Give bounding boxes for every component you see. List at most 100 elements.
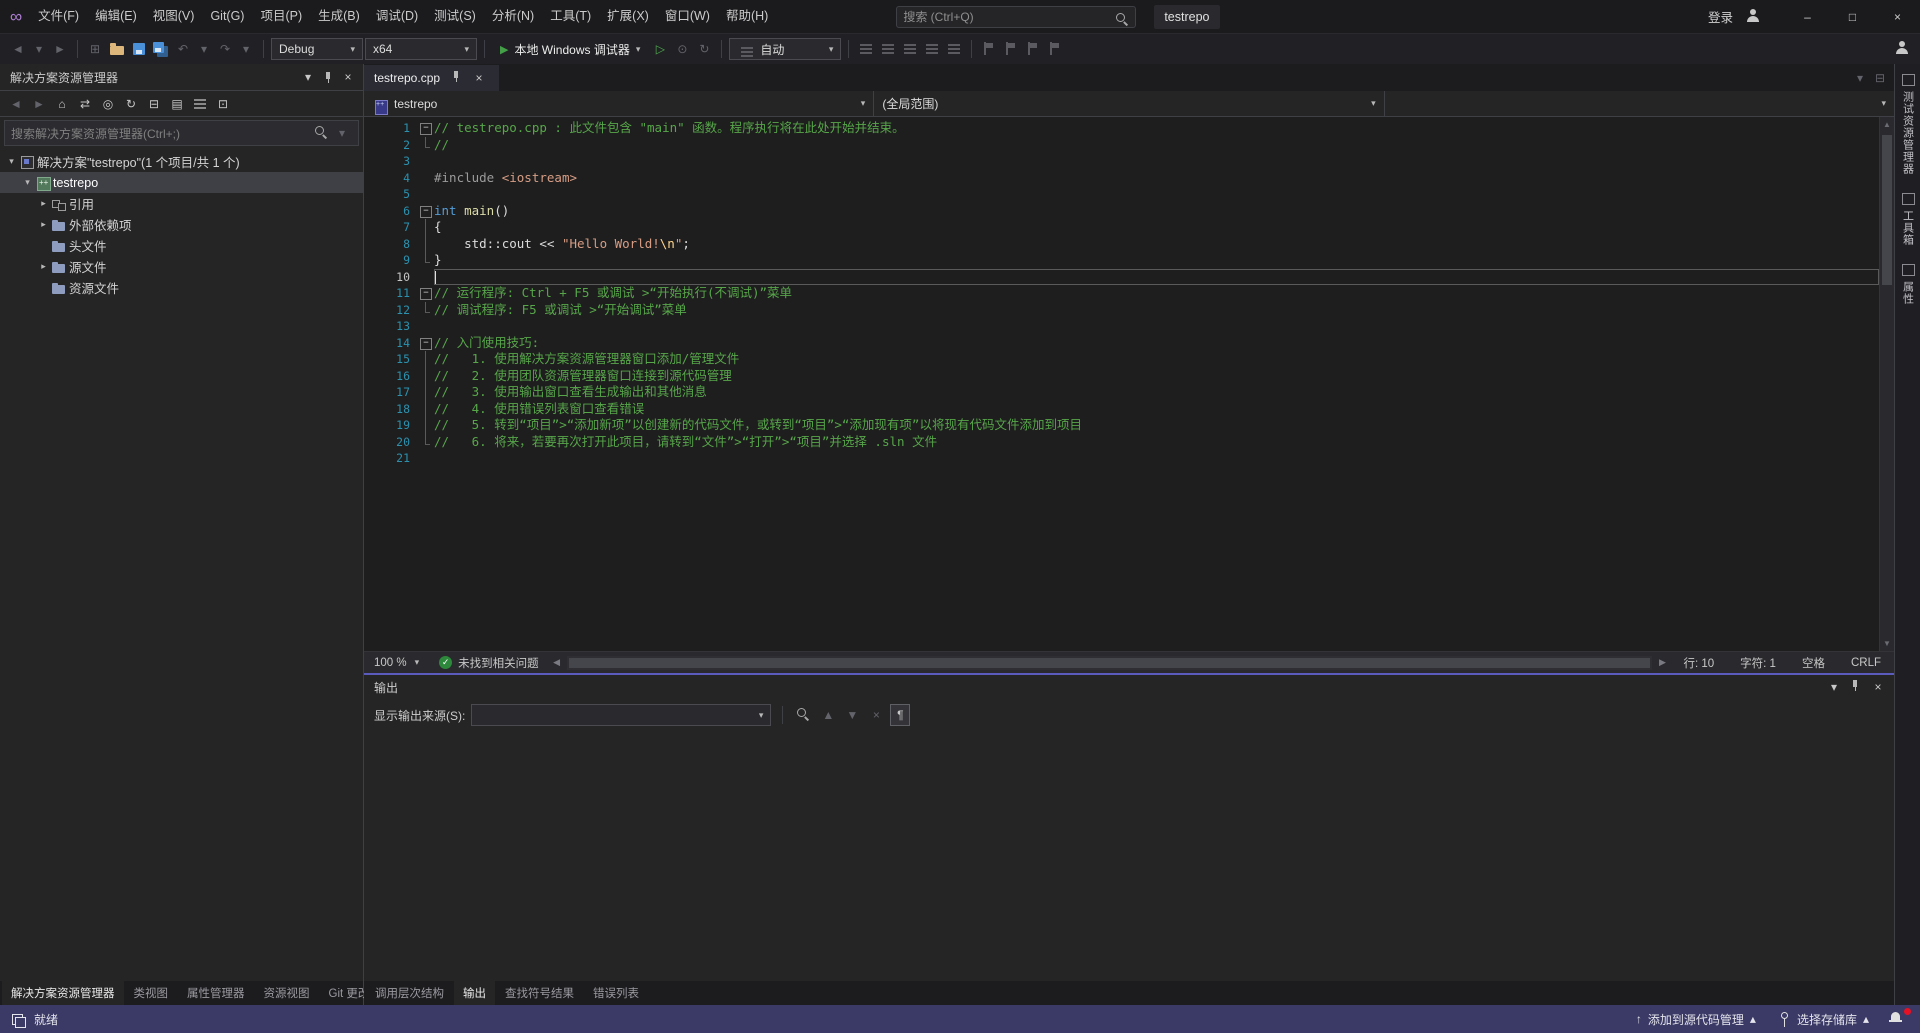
breakpoint-margin[interactable] (364, 153, 380, 170)
menu-item[interactable]: 项目(P) (252, 0, 310, 33)
tree-item[interactable]: ▸源文件 (0, 256, 363, 277)
solution-platforms-dropdown[interactable]: x64 (365, 38, 477, 60)
scrollbar-thumb[interactable] (569, 658, 1651, 668)
menu-item[interactable]: 工具(T) (542, 0, 599, 33)
se-properties-icon[interactable] (190, 93, 210, 115)
dock-tab[interactable]: 调用层次结构 (366, 981, 453, 1005)
menu-item[interactable]: Git(G) (202, 0, 252, 33)
code-line-11[interactable]: 11// 运行程序: Ctrl + F5 或调试 >“开始执行(不调试)”菜单 (364, 285, 1879, 302)
background-tasks-icon[interactable] (10, 1011, 26, 1027)
tree-item[interactable]: ▾testrepo (0, 172, 363, 193)
code-line-19[interactable]: 19// 5. 转到“项目”>“添加新项”以创建新的代码文件，或转到“项目”>“… (364, 417, 1879, 434)
code-editor[interactable]: 1// testrepo.cpp : 此文件包含 "main" 函数。程序执行将… (364, 117, 1894, 651)
scroll-up-icon[interactable]: ▲ (1880, 117, 1894, 132)
dock-tab[interactable]: 查找符号结果 (496, 981, 583, 1005)
save-all-icon[interactable] (151, 38, 171, 60)
code-line-18[interactable]: 18// 4. 使用错误列表窗口查看错误 (364, 401, 1879, 418)
menu-item[interactable]: 帮助(H) (718, 0, 776, 33)
dock-tab[interactable]: 解决方案资源管理器 (2, 981, 124, 1005)
expander-icon[interactable]: ▸ (36, 261, 51, 272)
breakpoint-margin[interactable] (364, 318, 380, 335)
code-line-20[interactable]: 20// 6. 将来，若要再次打开此项目，请转到“文件”>“打开”>“项目”并选… (364, 434, 1879, 451)
fold-toggle-icon[interactable] (418, 120, 434, 137)
scroll-left-icon[interactable] (549, 657, 565, 668)
line-indicator[interactable]: 行: 10 (1670, 655, 1727, 671)
breakpoint-margin[interactable] (364, 219, 380, 236)
breakpoint-margin[interactable] (364, 170, 380, 187)
code-line-21[interactable]: 21 (364, 450, 1879, 467)
code-line-16[interactable]: 16// 2. 使用团队资源管理器窗口连接到源代码管理 (364, 368, 1879, 385)
breakpoint-margin[interactable] (364, 203, 380, 220)
decrease-indent-icon[interactable] (922, 38, 942, 60)
breakpoint-margin[interactable] (364, 384, 380, 401)
horizontal-scrollbar[interactable] (567, 656, 1653, 670)
pin-icon[interactable] (447, 67, 467, 89)
code-line-13[interactable]: 13 (364, 318, 1879, 335)
undo-icon[interactable]: ↶ (173, 38, 193, 60)
dock-tab[interactable]: 错误列表 (584, 981, 648, 1005)
solution-explorer-search-input[interactable]: 搜索解决方案资源管理器(Ctrl+;) ▾ (4, 120, 359, 146)
auto-hide-tab[interactable]: 工具箱 (1900, 191, 1916, 246)
menu-item[interactable]: 调试(D) (368, 0, 426, 33)
hot-reload-mode-dropdown[interactable]: 自动 (729, 38, 841, 60)
breakpoint-margin[interactable] (364, 401, 380, 418)
menu-item[interactable]: 视图(V) (145, 0, 203, 33)
scroll-down-icon[interactable]: ▼ (1880, 636, 1894, 651)
attach-to-process-icon[interactable]: ⊙ (672, 38, 692, 60)
outlining-icon[interactable] (856, 38, 876, 60)
tree-item[interactable]: 资源文件 (0, 277, 363, 298)
output-find-icon[interactable] (794, 704, 814, 726)
uncomment-selection-icon[interactable] (900, 38, 920, 60)
notifications-button[interactable] (1882, 1010, 1910, 1029)
output-content[interactable] (364, 731, 1894, 981)
se-collapse-all-icon[interactable]: ⊟ (144, 93, 164, 115)
menu-item[interactable]: 扩展(X) (599, 0, 657, 33)
hot-reload-icon[interactable]: ↻ (694, 38, 714, 60)
breakpoint-margin[interactable] (364, 137, 380, 154)
clear-bookmarks-icon[interactable] (1045, 38, 1065, 60)
se-back-icon[interactable]: ◄ (6, 93, 26, 115)
navigate-forward-icon[interactable]: ► (50, 38, 70, 60)
breakpoint-margin[interactable] (364, 302, 380, 319)
active-files-dropdown-icon[interactable]: ▾ (1850, 67, 1870, 89)
dock-tab[interactable]: 类视图 (125, 981, 178, 1005)
code-line-12[interactable]: 12// 调试程序: F5 或调试 >“开始调试”菜单 (364, 302, 1879, 319)
se-preview-selected-icon[interactable]: ⊡ (213, 93, 233, 115)
expander-icon[interactable]: ▾ (20, 177, 35, 188)
output-source-dropdown[interactable] (471, 704, 771, 726)
save-icon[interactable] (129, 38, 149, 60)
redo-caret-icon[interactable]: ▾ (236, 38, 256, 60)
code-line-10[interactable]: 10 (364, 269, 1879, 286)
window-position-icon[interactable]: ▾ (299, 68, 317, 86)
clear-all-icon[interactable]: × (866, 704, 886, 726)
tree-item[interactable]: 头文件 (0, 235, 363, 256)
column-indicator[interactable]: 字符: 1 (1727, 655, 1789, 671)
breakpoint-margin[interactable] (364, 368, 380, 385)
navigate-backward-caret-icon[interactable]: ▾ (29, 38, 49, 60)
spaces-indicator[interactable]: 空格 (1789, 655, 1838, 671)
code-line-15[interactable]: 15// 1. 使用解决方案资源管理器窗口添加/管理文件 (364, 351, 1879, 368)
se-home-icon[interactable]: ⌂ (52, 93, 72, 115)
auto-hide-tab[interactable]: 属性 (1900, 262, 1916, 305)
breakpoint-margin[interactable] (364, 417, 380, 434)
se-refresh-icon[interactable]: ↻ (121, 93, 141, 115)
redo-icon[interactable]: ↷ (215, 38, 235, 60)
menu-item[interactable]: 测试(S) (426, 0, 484, 33)
next-message-icon[interactable]: ▼ (842, 704, 862, 726)
code-line-14[interactable]: 14// 入门使用技巧: (364, 335, 1879, 352)
open-folder-icon[interactable] (107, 38, 127, 60)
code-line-2[interactable]: 2// (364, 137, 1879, 154)
zoom-dropdown[interactable]: 100 % (364, 652, 429, 673)
solution-name-badge[interactable]: testrepo (1154, 5, 1219, 29)
close-icon[interactable]: × (1868, 676, 1888, 698)
tree-item[interactable]: ▾解决方案"testrepo"(1 个项目/共 1 个) (0, 151, 363, 172)
se-show-all-files-icon[interactable]: ▤ (167, 93, 187, 115)
dock-tab[interactable]: 属性管理器 (178, 981, 254, 1005)
code-line-17[interactable]: 17// 3. 使用输出窗口查看生成输出和其他消息 (364, 384, 1879, 401)
prev-bookmark-icon[interactable] (1001, 38, 1021, 60)
expander-icon[interactable]: ▸ (36, 219, 51, 230)
solution-configurations-dropdown[interactable]: Debug (271, 38, 363, 60)
search-icon[interactable] (312, 122, 332, 144)
dock-tab[interactable]: 输出 (454, 981, 495, 1005)
code-line-6[interactable]: 6int main() (364, 203, 1879, 220)
